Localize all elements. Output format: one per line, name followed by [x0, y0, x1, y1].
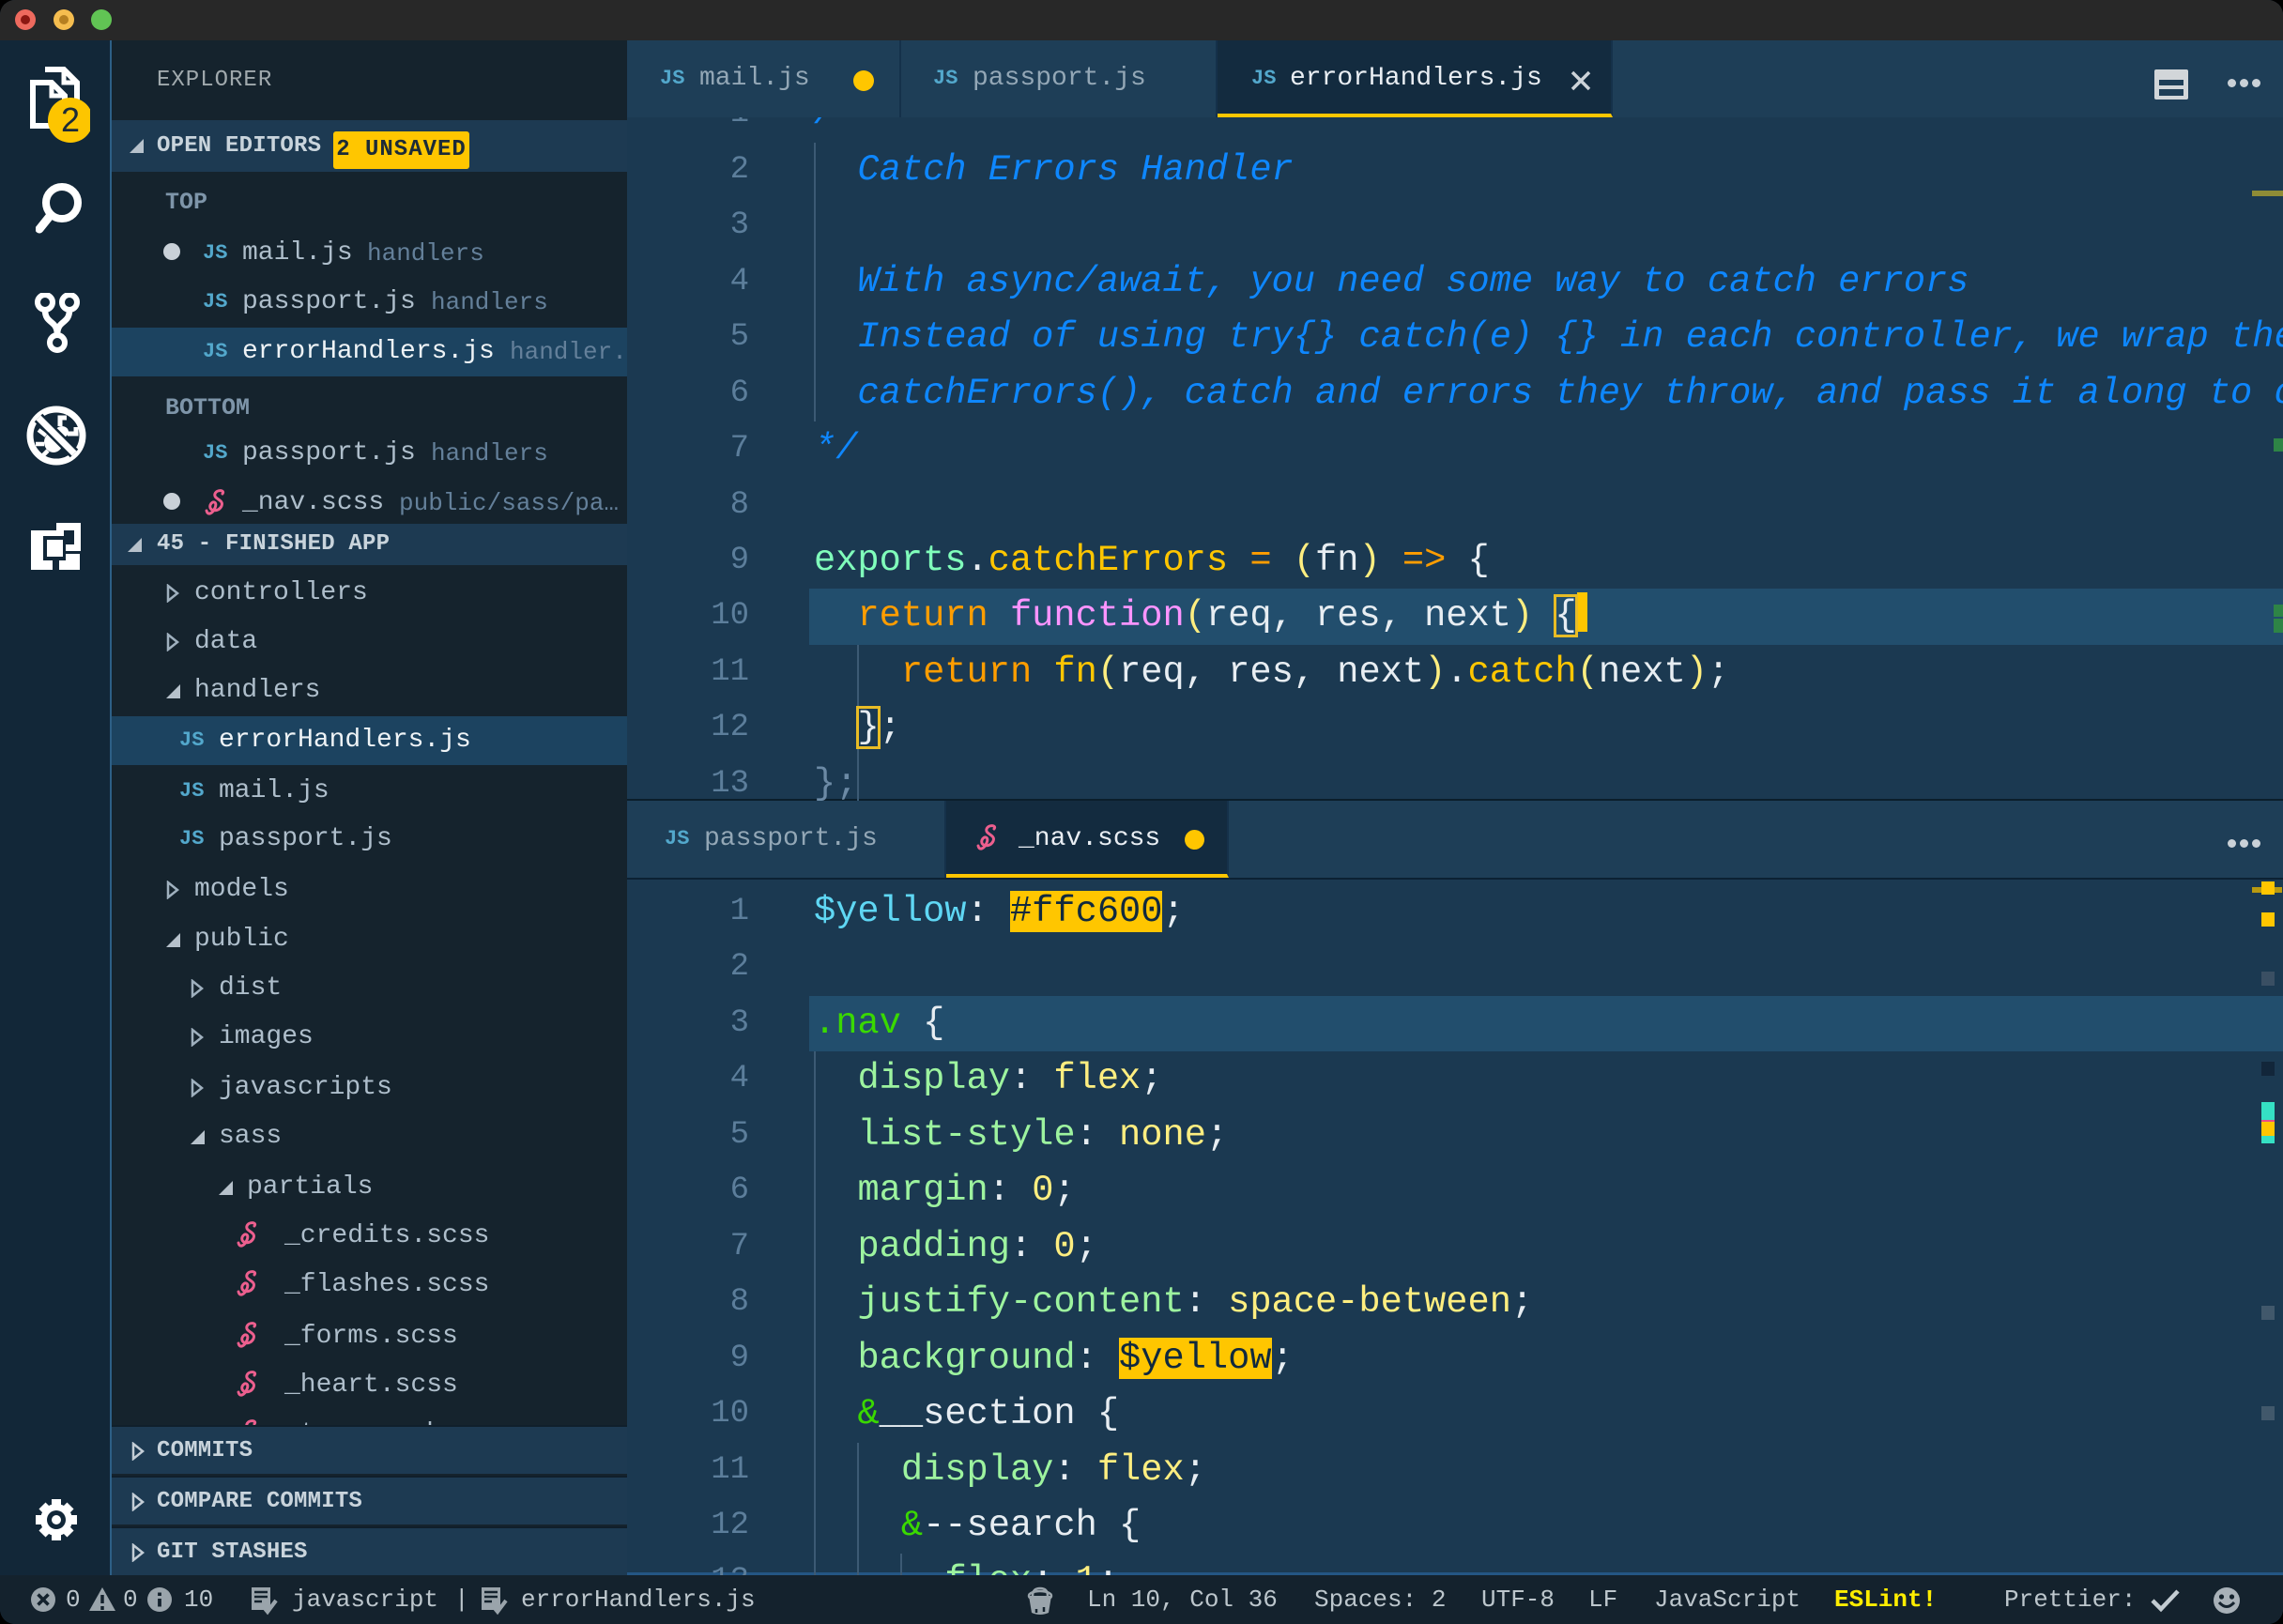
- svg-text:2: 2: [61, 100, 80, 139]
